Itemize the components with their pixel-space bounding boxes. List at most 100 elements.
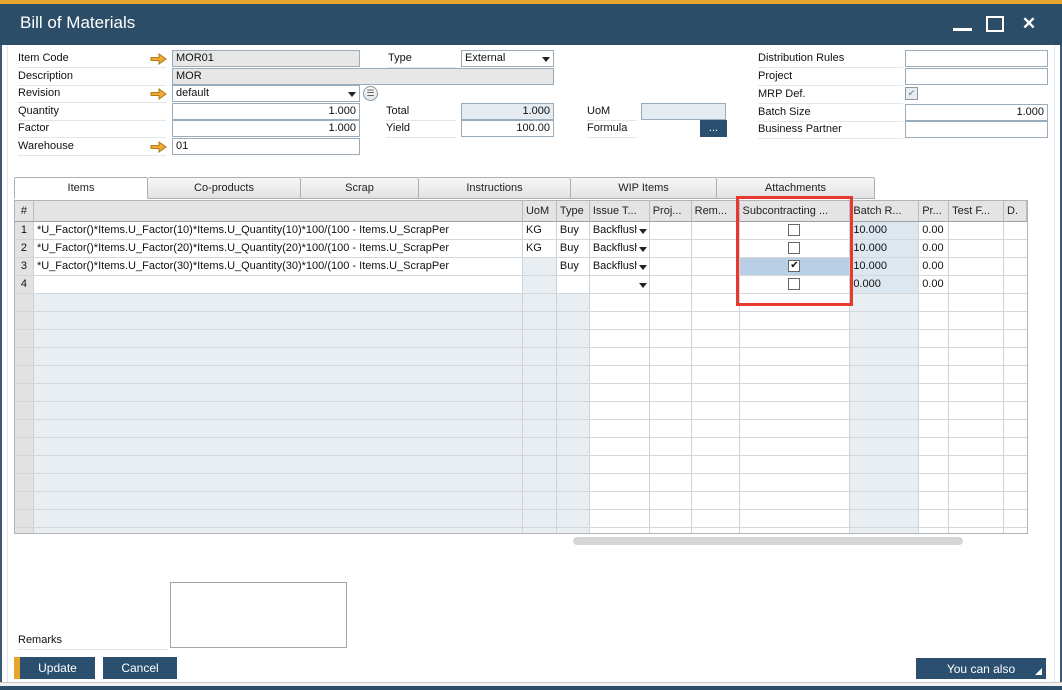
cell-price[interactable]: 0.00 xyxy=(919,222,949,240)
col-header-project: Proj... xyxy=(650,201,692,222)
table-row-selected: 3 *U_Factor()*Items.U_Factor(30)*Items.U… xyxy=(15,258,1027,276)
cell-remarks[interactable] xyxy=(692,240,740,258)
revision-value: default xyxy=(176,87,209,99)
cell-test-empty xyxy=(949,420,1004,438)
tab-items[interactable]: Items xyxy=(14,177,148,199)
cell-test[interactable] xyxy=(949,258,1004,276)
project-field[interactable] xyxy=(905,68,1048,85)
cell-project[interactable] xyxy=(650,258,692,276)
cell-subcontracting[interactable] xyxy=(740,240,851,258)
cell-formula[interactable]: *U_Factor()*Items.U_Factor(20)*Items.U_Q… xyxy=(34,240,523,258)
you-can-also-button[interactable]: You can also xyxy=(916,658,1046,679)
warehouse-field[interactable]: 01 xyxy=(172,138,360,155)
cell-type-empty xyxy=(557,312,590,330)
description-field[interactable]: MOR xyxy=(172,68,554,85)
cell-batch[interactable]: 10.000 xyxy=(850,258,919,276)
cell-remarks[interactable] xyxy=(692,276,740,294)
maximize-icon[interactable] xyxy=(986,16,1004,32)
cell-type[interactable]: Buy xyxy=(557,222,590,240)
tab-instructions[interactable]: Instructions xyxy=(419,177,571,199)
cell-remarks[interactable] xyxy=(692,258,740,276)
formula-ellipsis-button[interactable]: ... xyxy=(700,120,727,137)
cell-type[interactable]: Buy xyxy=(557,240,590,258)
batch-size-field[interactable]: 1.000 xyxy=(905,104,1048,121)
horizontal-scrollbar-thumb[interactable] xyxy=(573,537,963,545)
cell-formula[interactable]: *U_Factor()*Items.U_Factor(30)*Items.U_Q… xyxy=(34,258,523,276)
cell-test[interactable] xyxy=(949,276,1004,294)
subcontracting-checkbox[interactable] xyxy=(788,278,800,290)
cell-d[interactable] xyxy=(1004,240,1027,258)
cell-num-empty xyxy=(15,438,34,456)
cell-desc-empty xyxy=(34,312,523,330)
link-arrow-icon[interactable] xyxy=(150,87,167,99)
cell-sub-empty xyxy=(740,492,851,510)
cell-d[interactable] xyxy=(1004,258,1027,276)
cell-type-empty xyxy=(557,294,590,312)
cell-proj-empty xyxy=(650,384,692,402)
cell-issue-type-dropdown[interactable]: Backflush xyxy=(590,222,650,240)
tab-wip-items[interactable]: WIP Items xyxy=(571,177,717,199)
business-partner-field[interactable] xyxy=(905,121,1048,138)
cell-batch[interactable]: 10.000 xyxy=(850,240,919,258)
cell-subcontracting[interactable] xyxy=(740,222,851,240)
cell-remarks[interactable] xyxy=(692,222,740,240)
cell-project[interactable] xyxy=(650,240,692,258)
cell-batch-empty xyxy=(850,456,919,474)
tab-scrap[interactable]: Scrap xyxy=(301,177,419,199)
tab-attachments[interactable]: Attachments xyxy=(717,177,875,199)
cell-price[interactable]: 0.00 xyxy=(919,276,949,294)
cell-batch[interactable]: 0.000 xyxy=(850,276,919,294)
tab-co-products[interactable]: Co-products xyxy=(148,177,301,199)
cell-subcontracting[interactable] xyxy=(740,276,851,294)
subcontracting-checkbox[interactable] xyxy=(788,242,800,254)
cell-desc-empty xyxy=(34,420,523,438)
subcontracting-checkbox[interactable] xyxy=(788,260,800,272)
link-arrow-icon[interactable] xyxy=(150,52,167,64)
cell-type[interactable] xyxy=(557,276,590,294)
cell-issue-type-dropdown[interactable]: Backflush xyxy=(590,240,650,258)
list-menu-icon[interactable]: ☰ xyxy=(363,86,378,101)
cell-rem-empty xyxy=(692,384,740,402)
cell-d[interactable] xyxy=(1004,222,1027,240)
quantity-field[interactable]: 1.000 xyxy=(172,103,360,120)
revision-dropdown[interactable]: default xyxy=(172,85,360,102)
subcontracting-checkbox[interactable] xyxy=(788,224,800,236)
cell-formula[interactable]: *U_Factor()*Items.U_Factor(10)*Items.U_Q… xyxy=(34,222,523,240)
minimize-icon[interactable] xyxy=(953,28,972,31)
cell-test-empty xyxy=(949,348,1004,366)
cell-issue-type-dropdown[interactable] xyxy=(590,276,650,294)
distribution-rules-field[interactable] xyxy=(905,50,1048,67)
remarks-textarea[interactable] xyxy=(170,582,347,648)
link-arrow-icon[interactable] xyxy=(150,140,167,152)
cell-test[interactable] xyxy=(949,240,1004,258)
cell-uom[interactable]: KG xyxy=(523,240,557,258)
cell-issue-type-dropdown[interactable]: Backflush xyxy=(590,258,650,276)
close-icon[interactable]: ✕ xyxy=(1018,12,1040,36)
cell-formula[interactable] xyxy=(34,276,523,294)
update-button[interactable]: Update xyxy=(20,657,95,679)
factor-field[interactable]: 1.000 xyxy=(172,120,360,137)
yield-field[interactable]: 100.00 xyxy=(461,120,554,137)
cell-project[interactable] xyxy=(650,222,692,240)
cell-subcontracting-selected[interactable] xyxy=(740,258,851,276)
cell-rem-empty xyxy=(692,366,740,384)
window-inner-border-left xyxy=(7,45,8,682)
cell-test[interactable] xyxy=(949,222,1004,240)
cell-price-empty xyxy=(919,438,949,456)
cell-batch[interactable]: 10.000 xyxy=(850,222,919,240)
cell-price[interactable]: 0.00 xyxy=(919,240,949,258)
type-dropdown[interactable]: External xyxy=(461,50,554,67)
issue-type-value: Backflush xyxy=(593,222,637,239)
mrp-def-checkbox[interactable] xyxy=(905,87,918,100)
cell-project[interactable] xyxy=(650,276,692,294)
cell-type[interactable]: Buy xyxy=(557,258,590,276)
cell-desc-empty xyxy=(34,384,523,402)
item-code-field[interactable]: MOR01 xyxy=(172,50,360,67)
cell-price[interactable]: 0.00 xyxy=(919,258,949,276)
cell-d[interactable] xyxy=(1004,276,1027,294)
cell-uom[interactable]: KG xyxy=(523,222,557,240)
bom-window: Bill of Materials ✕ Item Code MOR01 Type… xyxy=(0,0,1062,690)
cell-uom[interactable] xyxy=(523,276,557,294)
cell-uom[interactable] xyxy=(523,258,557,276)
cancel-button[interactable]: Cancel xyxy=(103,657,177,679)
